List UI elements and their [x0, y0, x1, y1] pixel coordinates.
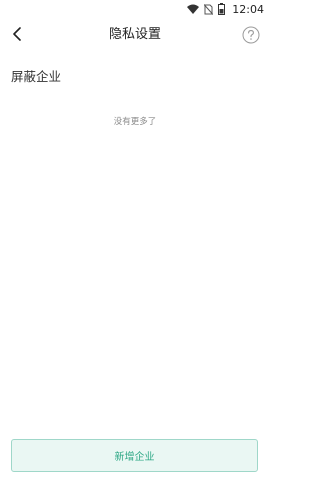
nav-bar: 隐私设置	[0, 18, 270, 52]
status-time: 12:04	[232, 2, 264, 16]
chevron-left-icon	[12, 26, 22, 45]
wifi-icon	[187, 4, 200, 14]
help-button[interactable]	[242, 26, 260, 44]
help-circle-icon	[242, 26, 260, 48]
back-button[interactable]	[6, 24, 28, 46]
section-title: 屏蔽企业	[11, 69, 62, 84]
add-company-button[interactable]: 新增企业	[11, 439, 258, 472]
add-company-label: 新增企业	[114, 452, 155, 463]
battery-icon	[218, 3, 226, 15]
empty-list-text: 没有更多了	[113, 117, 157, 127]
no-sim-icon	[204, 3, 214, 15]
status-bar: 12:04	[0, 0, 270, 18]
page-title: 隐私设置	[108, 27, 161, 42]
